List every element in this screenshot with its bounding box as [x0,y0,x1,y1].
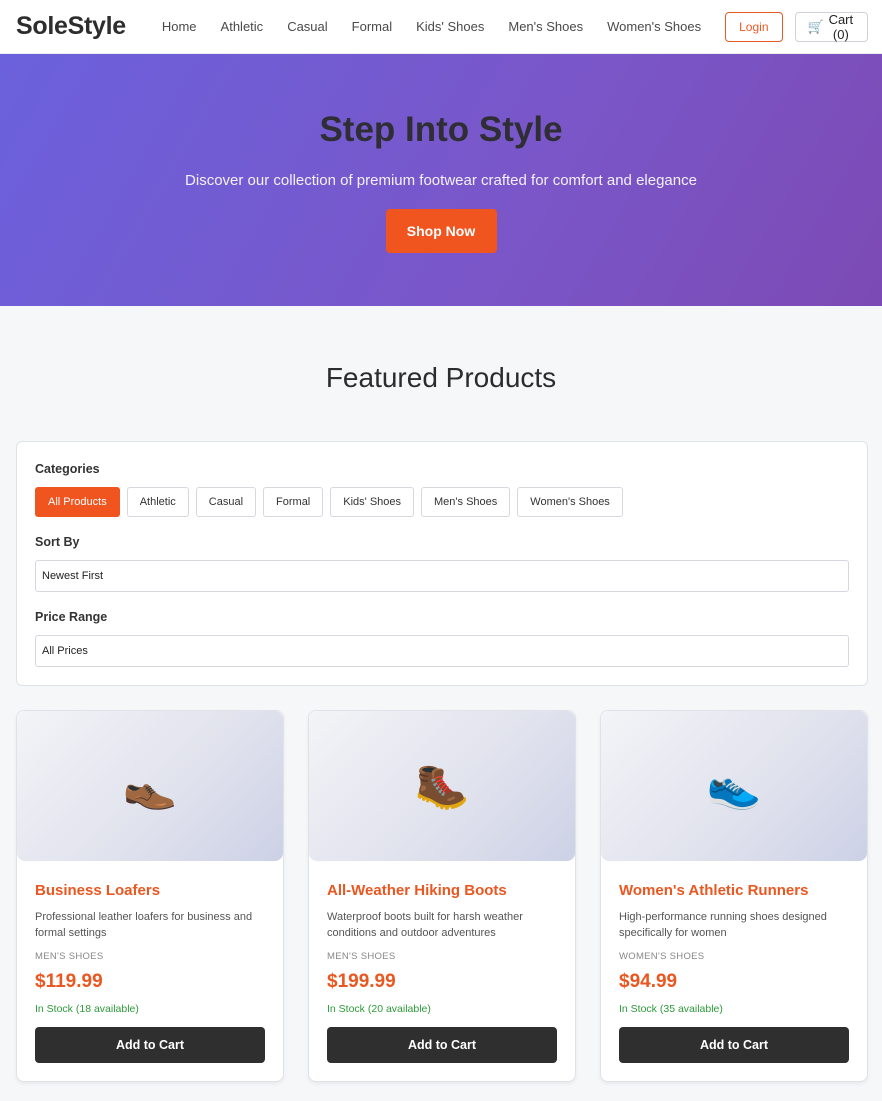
nav-casual[interactable]: Casual [287,19,327,34]
product-image[interactable]: 🥾 [309,711,575,861]
product-stock: In Stock (20 available) [327,1003,431,1015]
sort-by-select[interactable]: Newest First [35,560,849,592]
product-category: MEN'S SHOES [327,951,396,962]
add-to-cart-button[interactable]: Add to Cart [619,1027,849,1063]
product-category: MEN'S SHOES [35,951,104,962]
cart-icon: 🛒 [807,18,824,34]
shop-now-button[interactable]: Shop Now [385,209,497,253]
main-nav: Home Athletic Casual Formal Kids' Shoes … [162,19,725,34]
product-title[interactable]: Women's Athletic Runners [619,882,849,899]
category-athletic[interactable]: Athletic [126,487,189,517]
product-grid: 👞 Business Loafers Professional leather … [16,710,868,1082]
loafer-shoe-icon: 👞 [122,762,178,811]
hero-subtitle: Discover our collection of premium footw… [185,172,697,189]
category-womens-shoes[interactable]: Women's Shoes [517,487,623,517]
filter-panel: Categories All Products Athletic Casual … [16,441,868,686]
category-casual[interactable]: Casual [195,487,257,517]
logo[interactable]: SoleStyle [16,12,126,41]
product-price: $94.99 [619,971,678,992]
product-title[interactable]: Business Loafers [35,882,265,899]
product-price: $119.99 [35,971,103,992]
login-button[interactable]: Login [725,11,783,42]
hero-title: Step Into Style [319,110,563,149]
category-kids-shoes[interactable]: Kids' Shoes [330,487,415,517]
product-card: 🥾 All-Weather Hiking Boots Waterproof bo… [308,710,576,1082]
add-to-cart-button[interactable]: Add to Cart [35,1027,265,1063]
price-range-label: Price Range [35,610,108,624]
category-mens-shoes[interactable]: Men's Shoes [421,487,511,517]
nav-kids-shoes[interactable]: Kids' Shoes [416,19,484,34]
sort-by-label: Sort By [35,535,80,549]
product-title[interactable]: All-Weather Hiking Boots [327,882,557,899]
cart-label: Cart (0) [828,11,854,42]
category-all-products[interactable]: All Products [35,487,120,517]
add-to-cart-button[interactable]: Add to Cart [327,1027,557,1063]
cart-button[interactable]: 🛒 Cart (0) [794,11,868,42]
running-shoe-icon: 👟 [706,762,762,811]
product-category: WOMEN'S SHOES [619,951,705,962]
nav-mens-shoes[interactable]: Men's Shoes [508,19,583,34]
product-stock: In Stock (18 available) [35,1003,139,1015]
categories-label: Categories [35,462,100,476]
product-description: Professional leather loafers for busines… [35,911,253,939]
product-card: 👟 Women's Athletic Runners High-performa… [600,710,868,1082]
header-actions: Login 🛒 Cart (0) [725,11,868,42]
site-header: SoleStyle Home Athletic Casual Formal Ki… [0,0,882,54]
category-chips: All Products Athletic Casual Formal Kids… [35,487,849,517]
category-formal[interactable]: Formal [263,487,324,517]
nav-athletic[interactable]: Athletic [221,19,264,34]
product-price: $199.99 [327,971,396,992]
nav-home[interactable]: Home [162,19,197,34]
product-description: Waterproof boots built for harsh weather… [327,911,523,939]
hiking-boot-icon: 🥾 [414,762,470,811]
product-image[interactable]: 👟 [601,711,867,861]
product-image[interactable]: 👞 [17,711,283,861]
hero-banner: Step Into Style Discover our collection … [0,54,882,306]
product-stock: In Stock (35 available) [619,1003,723,1015]
nav-formal[interactable]: Formal [352,19,392,34]
product-description: High-performance running shoes designed … [619,911,827,939]
price-range-select[interactable]: All Prices [35,635,849,667]
featured-products-title: Featured Products [325,362,557,393]
product-card: 👞 Business Loafers Professional leather … [16,710,284,1082]
nav-womens-shoes[interactable]: Women's Shoes [607,19,701,34]
